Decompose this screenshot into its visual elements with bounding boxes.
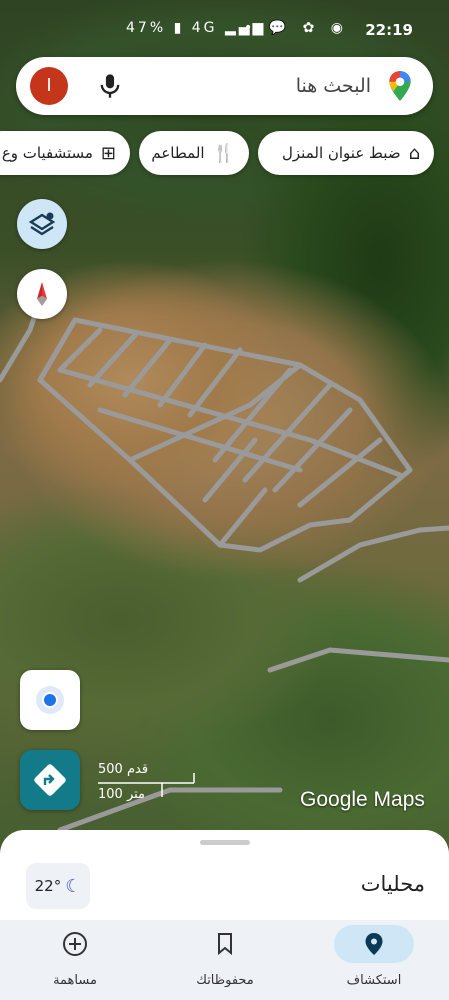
chip-hospitals-label: مستشفيات وع [1,144,93,162]
account-avatar[interactable]: I [30,67,68,105]
search-input[interactable] [151,69,371,103]
layers-icon [28,212,56,236]
chip-home-label: ضبط عنوان المنزل [282,144,401,162]
add-circle-icon [63,932,87,956]
bottom-navigation: استكشاف محفوظاتك مساهمة [0,920,449,1000]
scale-meters: 100 متر [98,787,146,802]
nav-contribute-label: مساهمة [53,973,97,988]
status-bar: 47% ▮ 4G ▂▄▆ • 💬 ✿ ◉ 22:19 [0,0,449,58]
microphone-icon[interactable] [96,71,124,101]
notification-icons: • 💬 ✿ ◉ [244,20,349,36]
chip-restaurants-label: المطاعم [151,144,205,162]
chip-restaurants[interactable]: 🍴 المطاعم [139,131,249,175]
bookmark-icon [218,933,232,956]
home-icon: ⌂ [408,142,420,164]
chip-home[interactable]: ⌂ ضبط عنوان المنزل [258,131,434,175]
google-maps-logo: Google Maps [300,788,425,811]
compass-button[interactable] [17,269,67,319]
temperature: 22° [34,877,62,895]
clock: 22:19 [365,21,413,39]
search-bar[interactable]: I [16,57,433,115]
directions-icon [34,764,66,796]
directions-button[interactable] [20,750,80,810]
chip-hospitals[interactable]: ⊞ مستشفيات وع [0,131,130,175]
nav-explore-label: استكشاف [346,973,402,988]
layers-button[interactable] [17,199,67,249]
category-chips: ⌂ ضبط عنوان المنزل 🍴 المطاعم ⊞ مستشفيات … [0,131,449,175]
google-maps-pin-icon [389,71,411,101]
moon-icon: ☾ [65,875,82,897]
scale-feet: 500 قدم [98,762,149,777]
nav-explore[interactable]: استكشاف [299,920,449,1000]
location-pin-icon [365,933,383,955]
hospital-icon: ⊞ [100,142,116,164]
my-location-button[interactable] [20,670,80,730]
weather-badge[interactable]: 22° ☾ [26,863,90,909]
nav-saved-label: محفوظاتك [196,973,254,988]
compass-icon [37,282,47,306]
bottom-sheet[interactable]: 22° ☾ محليات [0,830,449,920]
restaurant-icon: 🍴 [212,142,235,164]
sheet-title: محليات [360,872,425,896]
sheet-drag-handle[interactable] [200,840,250,845]
nav-contribute[interactable]: مساهمة [0,920,150,1000]
nav-saved[interactable]: محفوظاتك [150,920,300,1000]
my-location-icon [36,686,64,714]
